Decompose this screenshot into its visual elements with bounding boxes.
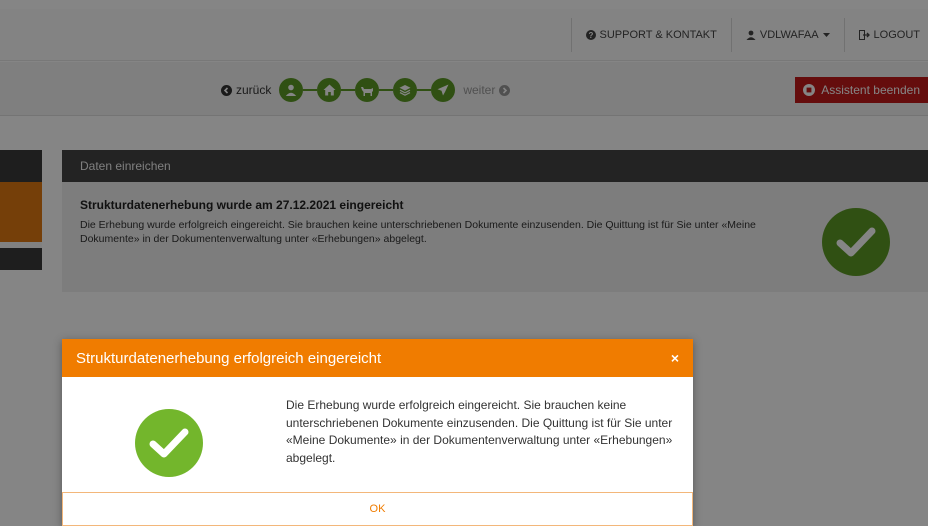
modal-header: Strukturdatenerhebung erfolgreich einger… [62,339,693,377]
close-icon[interactable]: × [671,350,679,366]
modal-title: Strukturdatenerhebung erfolgreich einger… [76,349,382,367]
modal-body: Die Erhebung wurde erfolgreich eingereic… [62,377,693,492]
check-circle-icon [135,409,203,477]
success-modal: Strukturdatenerhebung erfolgreich einger… [62,339,693,526]
modal-message: Die Erhebung wurde erfolgreich eingereic… [286,398,673,465]
ok-button[interactable]: OK [62,492,693,526]
